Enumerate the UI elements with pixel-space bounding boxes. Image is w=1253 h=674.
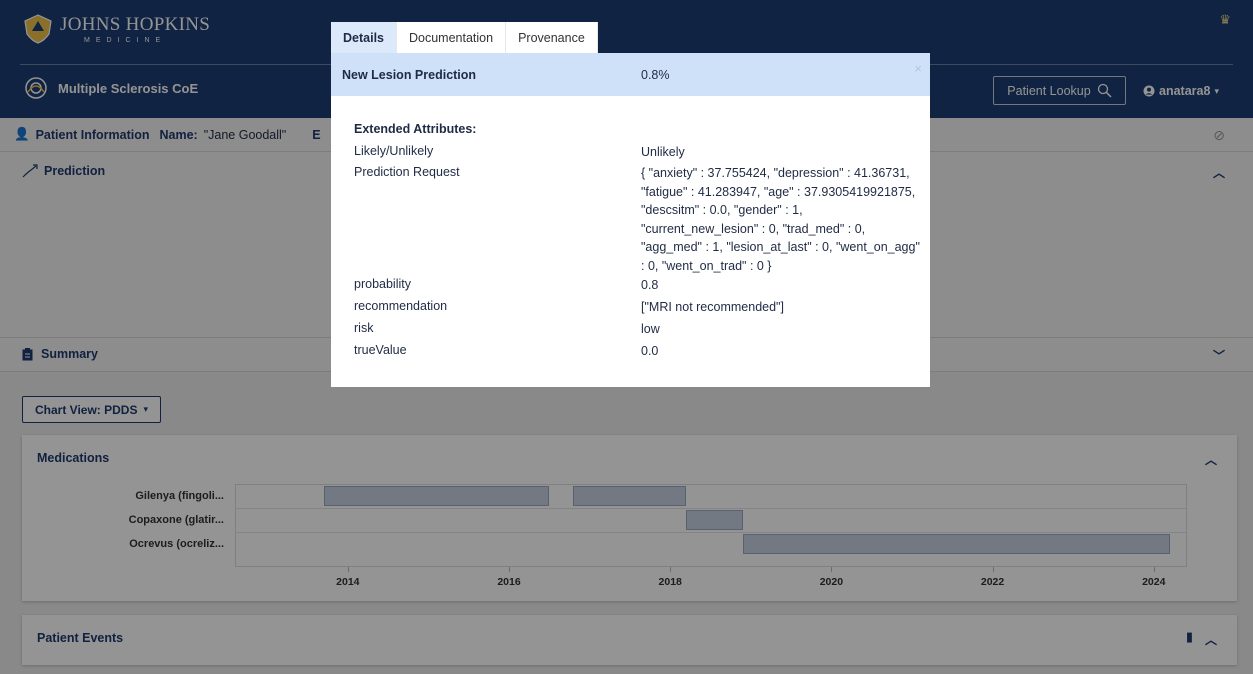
attr-value: low [641, 322, 660, 336]
tab-provenance[interactable]: Provenance [506, 22, 598, 53]
attr-key: probability [354, 277, 411, 291]
attr-value: { "anxiety" : 37.755424, "depression" : … [641, 166, 920, 273]
tab-documentation[interactable]: Documentation [397, 22, 507, 53]
attr-value: 0.8 [641, 278, 659, 292]
modal-value: 0.8% [641, 68, 670, 82]
attr-key: recommendation [354, 299, 448, 313]
modal-title: New Lesion Prediction [342, 68, 477, 82]
attr-value: ["MRI not recommended"] [641, 300, 784, 314]
prediction-details-modal: New Lesion Prediction 0.8% × Extended At… [331, 53, 930, 387]
tab-details[interactable]: Details [331, 22, 397, 53]
attr-value: Unlikely [641, 145, 685, 159]
close-icon[interactable]: × [914, 61, 922, 76]
attr-key: trueValue [354, 343, 407, 357]
extended-attributes-title: Extended Attributes: [354, 122, 477, 136]
attr-key: Likely/Unlikely [354, 144, 434, 158]
attr-value: 0.0 [641, 344, 659, 358]
attr-key: Prediction Request [354, 165, 460, 179]
modal-header: New Lesion Prediction 0.8% × [331, 53, 930, 96]
attr-key: risk [354, 321, 374, 335]
modal-tabs: Details Documentation Provenance [331, 22, 598, 53]
